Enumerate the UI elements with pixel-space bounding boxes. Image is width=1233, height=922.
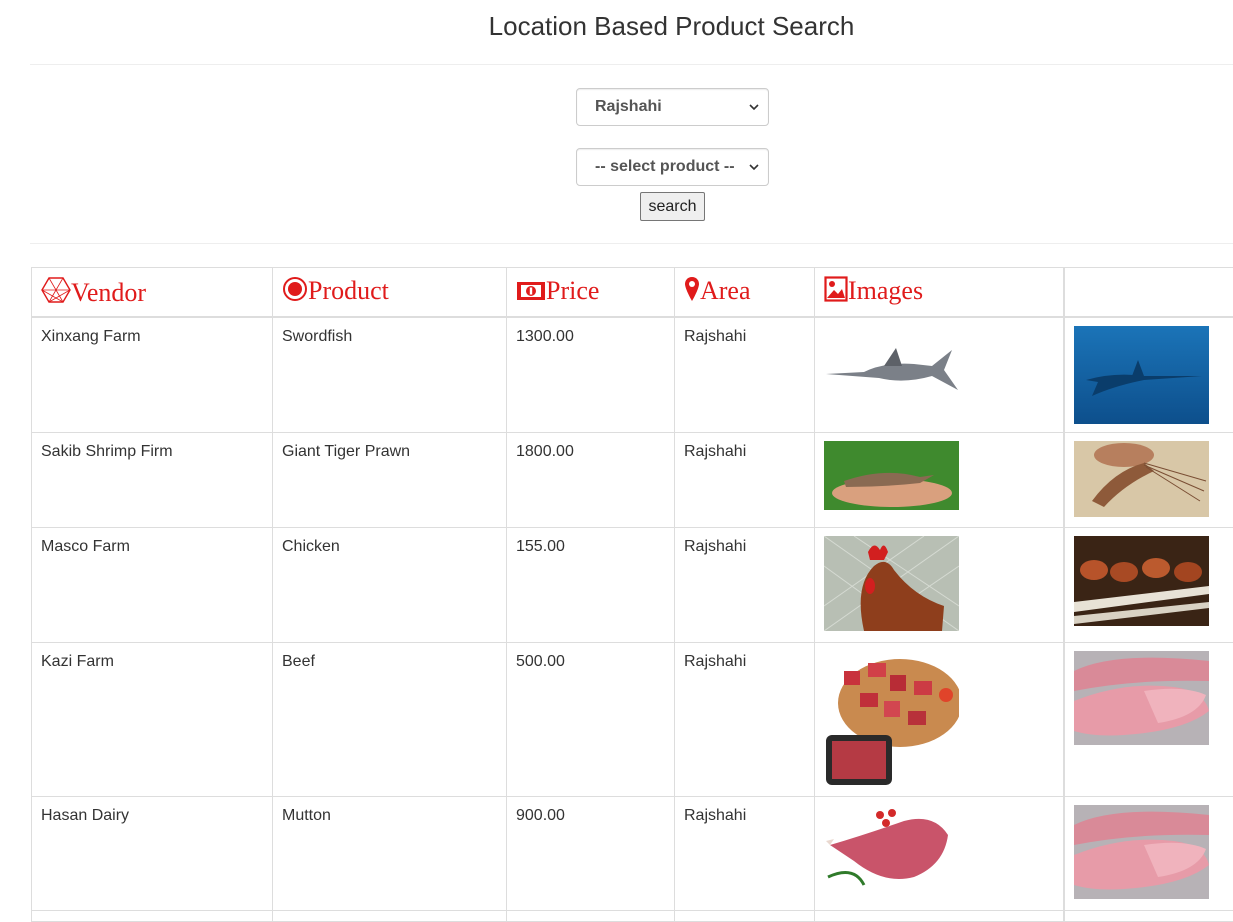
product-image[interactable] [824,805,959,893]
price-cell: 500.00 [507,643,675,797]
product-image[interactable] [824,326,959,416]
price-cell: 1300.00 [507,317,675,433]
search-button[interactable]: search [640,192,705,221]
column-header-blank [1064,268,1233,317]
city-select[interactable]: Rajshahi [576,88,769,126]
image-cell [1064,528,1233,643]
city-select-value: Rajshahi [595,98,662,115]
area-cell: Rajshahi [675,433,815,528]
table-row: Masco Farm Chicken 155.00 Rajshahi [32,528,1233,643]
column-header-price: Price [507,268,675,317]
column-header-area: Area [675,268,815,317]
product-image[interactable] [1074,326,1209,424]
image-cell [815,797,1064,911]
image-cell [815,317,1064,433]
product-image[interactable] [824,651,959,786]
image-cell [815,528,1064,643]
header-label: Images [848,276,923,305]
product-cell: Giant Tiger Prawn [273,433,507,528]
vendor-cell: Xinxang Farm [32,317,273,433]
product-icon [282,276,308,302]
image-icon [824,276,848,302]
image-cell [1064,643,1233,797]
column-header-product: Product [273,268,507,317]
divider [30,243,1233,244]
image-cell [815,433,1064,528]
chevron-down-icon [748,101,760,113]
product-image[interactable] [824,441,959,510]
product-cell: Beef [273,643,507,797]
product-select[interactable]: -- select product -- [576,148,769,186]
product-select-value: -- select product -- [595,158,735,175]
divider [30,64,1233,65]
page-title: Location Based Product Search [0,10,1233,42]
table-row: Hasan Dairy Mutton 900.00 Rajshahi [32,797,1233,911]
image-cell [815,643,1064,797]
vendor-cell: Masco Farm [32,528,273,643]
area-cell: Rajshahi [675,797,815,911]
vendor-cell: Kazi Farm [32,643,273,797]
area-cell: Rajshahi [675,643,815,797]
table-row: Xinxang Farm Swordfish 1300.00 Rajshahi [32,317,1233,433]
product-image[interactable] [1074,651,1209,745]
table-row: Sakib Shrimp Firm Giant Tiger Prawn 1800… [32,433,1233,528]
table-row: Kazi Farm Beef 500.00 Rajshahi [32,643,1233,797]
header-label: Vendor [71,278,146,307]
price-cell: 900.00 [507,797,675,911]
column-header-vendor: Vendor [32,268,273,317]
product-image[interactable] [1074,805,1209,899]
header-label: Product [308,276,389,305]
product-cell: Mutton [273,797,507,911]
image-cell [1064,433,1233,528]
product-cell: Chicken [273,528,507,643]
image-cell [1064,317,1233,433]
header-label: Area [700,276,751,305]
product-image[interactable] [824,536,959,631]
area-cell: Rajshahi [675,528,815,643]
vendor-icon [41,276,71,304]
product-cell: Swordfish [273,317,507,433]
column-header-images: Images [815,268,1064,317]
header-label: Price [546,276,599,305]
map-marker-icon [684,276,700,302]
image-cell [1064,797,1233,911]
product-image[interactable] [1074,441,1209,517]
results-table: Vendor Product Price [31,267,1233,922]
price-icon [516,280,546,302]
price-cell: 155.00 [507,528,675,643]
vendor-cell: Hasan Dairy [32,797,273,911]
product-image[interactable] [1074,536,1209,626]
table-row [32,911,1233,922]
chevron-down-icon [748,161,760,173]
price-cell: 1800.00 [507,433,675,528]
vendor-cell: Sakib Shrimp Firm [32,433,273,528]
area-cell: Rajshahi [675,317,815,433]
table-header-row: Vendor Product Price [32,268,1233,317]
